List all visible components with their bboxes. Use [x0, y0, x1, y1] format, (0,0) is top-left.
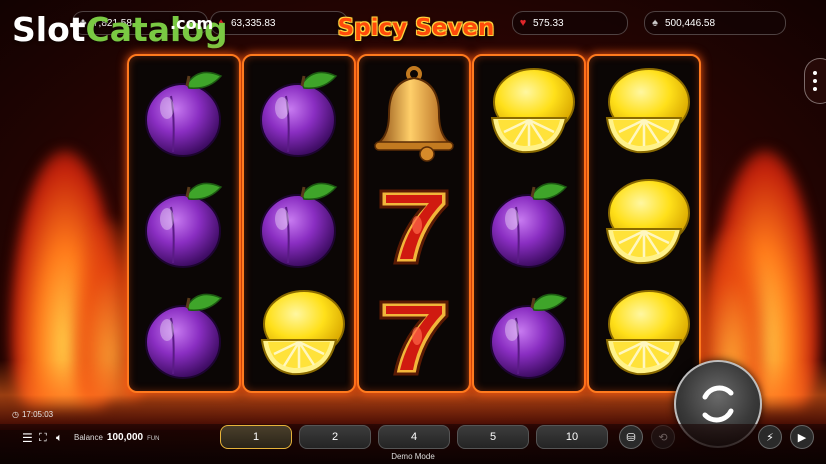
balance-currency: FUN — [147, 436, 160, 442]
jackpot-spade: ♠ 500,446.58 — [644, 11, 786, 35]
watermark-text-com: .com — [170, 14, 214, 33]
lemon-symbol — [244, 278, 354, 390]
clock-time: 17:05:03 — [21, 410, 54, 419]
spin-arrows-icon — [702, 385, 734, 423]
autoplay-icon: ⟲ — [658, 431, 668, 444]
lemon-symbol — [474, 56, 584, 168]
plum-symbol — [244, 56, 354, 168]
lightning-icon: ⚡︎ — [766, 431, 774, 444]
plum-symbol — [474, 278, 584, 390]
bell-symbol — [359, 56, 469, 168]
plum-symbol — [474, 167, 584, 279]
fullscreen-icon[interactable]: ⛶ — [39, 430, 47, 446]
game-logo: Spicy Seven — [337, 15, 495, 41]
plum-symbol — [244, 167, 354, 279]
bet-option-10[interactable]: 10 — [536, 425, 608, 449]
jackpot-diamond: ♦ 63,335.83 — [210, 11, 348, 35]
sound-icon[interactable]: 🔈︎ — [56, 430, 63, 446]
jackpot-value: 500,446.58 — [665, 17, 716, 29]
coin-stack-button[interactable]: ⛁ — [619, 425, 643, 449]
bet-option-1[interactable]: 1 — [220, 425, 292, 449]
balance-value: 100,000 — [106, 432, 144, 443]
heart-icon: ♥ — [519, 17, 527, 29]
jackpot-value: 63,335.83 — [231, 17, 276, 29]
side-menu-button[interactable] — [804, 58, 826, 104]
lemon-symbol — [589, 278, 699, 390]
jackpot-heart: ♥ 575.33 — [512, 11, 628, 35]
spade-icon: ♠ — [652, 17, 658, 29]
seven-symbol — [359, 167, 469, 279]
play-icon: ▶︎ — [797, 431, 807, 444]
watermark-logo: SlotCatalog .com — [12, 10, 228, 50]
plum-symbol — [129, 167, 239, 279]
seven-symbol — [359, 278, 469, 390]
jackpot-value: 575.33 — [533, 17, 564, 29]
balance-display: Balance 100,000 FUN — [74, 432, 159, 443]
clock: ◷ 17:05:03 — [12, 410, 53, 419]
lemon-symbol — [589, 56, 699, 168]
play-button[interactable]: ▶︎ — [790, 425, 814, 449]
turbo-button[interactable]: ⚡︎ — [758, 425, 782, 449]
watermark-text-slot: Slot — [12, 10, 86, 49]
autoplay-button[interactable]: ⟲ — [651, 425, 675, 449]
plum-symbol — [129, 278, 239, 390]
plum-symbol — [129, 56, 239, 168]
demo-mode-label: Demo Mode — [391, 452, 435, 461]
lemon-symbol — [589, 167, 699, 279]
menu-icon[interactable]: ☰ — [22, 430, 33, 446]
bet-option-2[interactable]: 2 — [299, 425, 371, 449]
coin-stack-icon: ⛁ — [626, 431, 636, 444]
balance-label: Balance — [74, 433, 103, 442]
bet-option-5[interactable]: 5 — [457, 425, 529, 449]
clock-icon: ◷ — [12, 410, 19, 419]
bet-option-4[interactable]: 4 — [378, 425, 450, 449]
